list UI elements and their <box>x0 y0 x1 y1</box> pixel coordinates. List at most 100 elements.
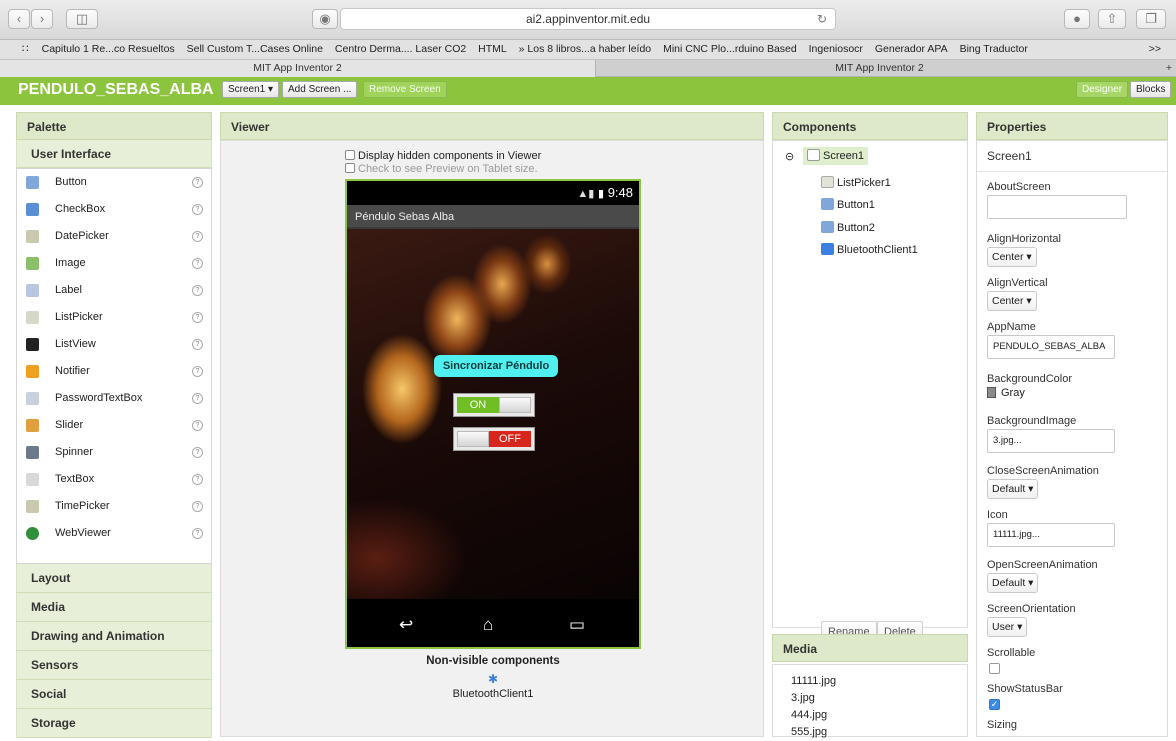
palette-item-checkbox[interactable]: CheckBox? <box>17 196 211 223</box>
palette-item-label[interactable]: Label? <box>17 277 211 304</box>
palette-item-listview[interactable]: ListView? <box>17 331 211 358</box>
background-color-picker[interactable]: Gray <box>987 387 1025 399</box>
palette-category-layout[interactable]: Layout <box>16 564 212 593</box>
close-animation-dropdown[interactable]: Default ▾ <box>987 479 1038 499</box>
icon-input[interactable]: 11111.jpg... <box>987 523 1115 547</box>
designer-button[interactable]: Designer <box>1076 81 1128 98</box>
help-icon[interactable]: ? <box>192 393 203 404</box>
palette-item-listpicker[interactable]: ListPicker? <box>17 304 211 331</box>
palette-item-webviewer[interactable]: WebViewer? <box>17 520 211 547</box>
collapse-icon[interactable]: ⊝ <box>785 149 794 165</box>
tree-item-listpicker1[interactable]: ListPicker1 <box>821 175 891 191</box>
help-icon[interactable]: ? <box>192 339 203 350</box>
toggle-knob <box>499 397 531 413</box>
apps-grid-icon[interactable]: ∷ <box>22 43 29 55</box>
remove-screen-button[interactable]: Remove Screen <box>363 81 447 98</box>
sidebar-toggle-button[interactable]: ◫ <box>66 9 98 29</box>
bookmark-item[interactable]: Centro Derma.... Laser CO2 <box>335 43 466 55</box>
display-hidden-checkbox[interactable]: Display hidden components in Viewer <box>345 150 541 162</box>
bookmark-item[interactable]: Generador APA <box>875 43 948 55</box>
help-icon[interactable]: ? <box>192 177 203 188</box>
help-icon[interactable]: ? <box>192 258 203 269</box>
toggle-off-label: OFF <box>489 431 531 447</box>
nonvisible-title: Non-visible components <box>345 655 641 667</box>
palette-item-notifier[interactable]: Notifier? <box>17 358 211 385</box>
background-image-input[interactable]: 3.jpg... <box>987 429 1115 453</box>
tab-appinventor-2[interactable]: MIT App Inventor 2 <box>597 60 1162 77</box>
show-status-bar-checkbox[interactable]: ✓ <box>989 699 1000 710</box>
palette-item-passwordtextbox[interactable]: PasswordTextBox? <box>17 385 211 412</box>
bookmark-item[interactable]: Capitulo 1 Re...co Resueltos <box>42 43 175 55</box>
bookmark-item[interactable]: Mini CNC Plo...rduino Based <box>663 43 797 55</box>
help-icon[interactable]: ? <box>192 474 203 485</box>
new-tab-icon[interactable]: + <box>1162 60 1176 77</box>
open-animation-dropdown[interactable]: Default ▾ <box>987 573 1038 593</box>
checkbox-box[interactable] <box>345 163 355 173</box>
screen-icon <box>807 149 820 161</box>
palette-item-timepicker[interactable]: TimePicker? <box>17 493 211 520</box>
help-icon[interactable]: ? <box>192 447 203 458</box>
help-icon[interactable]: ? <box>192 285 203 296</box>
help-icon[interactable]: ? <box>192 231 203 242</box>
bookmarks-overflow-icon[interactable]: >> <box>1149 40 1161 59</box>
battery-icon: ▮ <box>598 188 604 200</box>
on-toggle-button[interactable]: ON <box>453 393 535 417</box>
media-file[interactable]: 444.jpg <box>773 707 967 724</box>
screen-select[interactable]: Screen1 ▾ <box>222 81 279 98</box>
forward-button[interactable]: › <box>31 9 53 29</box>
reload-icon[interactable]: ↻ <box>817 9 827 29</box>
palette-item-slider[interactable]: Slider? <box>17 412 211 439</box>
align-vertical-dropdown[interactable]: Center ▾ <box>987 291 1037 311</box>
screen-orientation-dropdown[interactable]: User ▾ <box>987 617 1027 637</box>
bookmark-item[interactable]: Sell Custom T...Cases Online <box>187 43 323 55</box>
back-button[interactable]: ‹ <box>8 9 30 29</box>
tablet-preview-checkbox[interactable]: Check to see Preview on Tablet size. <box>345 163 538 175</box>
palette-category-social[interactable]: Social <box>16 680 212 709</box>
palette-category-storage[interactable]: Storage <box>16 709 212 738</box>
tree-item-button1[interactable]: Button1 <box>821 197 875 213</box>
help-icon[interactable]: ? <box>192 420 203 431</box>
tree-item-screen1[interactable]: Screen1 <box>803 147 868 165</box>
bookmark-item[interactable]: HTML <box>478 43 507 55</box>
palette-section-user-interface[interactable]: User Interface <box>16 140 212 168</box>
app-name-input[interactable]: PENDULO_SEBAS_ALBA <box>987 335 1115 359</box>
media-file[interactable]: 555.jpg <box>773 724 967 741</box>
palette-category-media[interactable]: Media <box>16 593 212 622</box>
wifi-signal-icon: ▲▮ <box>577 188 594 200</box>
add-screen-button[interactable]: Add Screen ... <box>282 81 357 98</box>
palette-item-image[interactable]: Image? <box>17 250 211 277</box>
tree-item-button2[interactable]: Button2 <box>821 220 875 236</box>
media-file[interactable]: 3.jpg <box>773 690 967 707</box>
media-file[interactable]: 11111.jpg <box>773 673 967 690</box>
bookmark-item[interactable]: Bing Traductor <box>960 43 1028 55</box>
tree-item-bluetoothclient1[interactable]: BluetoothClient1 <box>821 242 918 258</box>
palette-category-drawing[interactable]: Drawing and Animation <box>16 622 212 651</box>
tabs-overview-icon[interactable]: ❐ <box>1136 9 1166 29</box>
palette-item-button[interactable]: Button? <box>17 169 211 196</box>
help-icon[interactable]: ? <box>192 366 203 377</box>
tab-appinventor-1[interactable]: MIT App Inventor 2 <box>0 60 596 77</box>
share-icon[interactable]: ⇧ <box>1098 9 1126 29</box>
palette-item-textbox[interactable]: TextBox? <box>17 466 211 493</box>
bookmark-item[interactable]: » Los 8 libros...a haber leído <box>519 43 652 55</box>
sync-pendulum-button[interactable]: Sincronizar Péndulo <box>434 355 558 377</box>
palette-item-spinner[interactable]: Spinner? <box>17 439 211 466</box>
palette-category-sensors[interactable]: Sensors <box>16 651 212 680</box>
off-toggle-button[interactable]: OFF <box>453 427 535 451</box>
palette-item-datepicker[interactable]: DatePicker? <box>17 223 211 250</box>
bookmark-item[interactable]: Ingeniosocr <box>809 43 863 55</box>
help-icon[interactable]: ? <box>192 501 203 512</box>
checkbox-box[interactable] <box>345 150 355 160</box>
privacy-icon[interactable]: ◉ <box>312 9 338 29</box>
viewer-title: Viewer <box>220 112 764 140</box>
help-icon[interactable]: ? <box>192 528 203 539</box>
scrollable-checkbox[interactable] <box>989 663 1000 674</box>
help-icon[interactable]: ? <box>192 312 203 323</box>
palette-panel: Palette User Interface Button? CheckBox?… <box>16 112 212 737</box>
align-horizontal-dropdown[interactable]: Center ▾ <box>987 247 1037 267</box>
about-screen-textarea[interactable] <box>987 195 1127 219</box>
help-icon[interactable]: ? <box>192 204 203 215</box>
blocks-button[interactable]: Blocks <box>1130 81 1171 98</box>
extension-icon[interactable]: ● <box>1064 9 1090 29</box>
url-bar[interactable]: ai2.appinventor.mit.edu ↻ <box>340 8 836 30</box>
